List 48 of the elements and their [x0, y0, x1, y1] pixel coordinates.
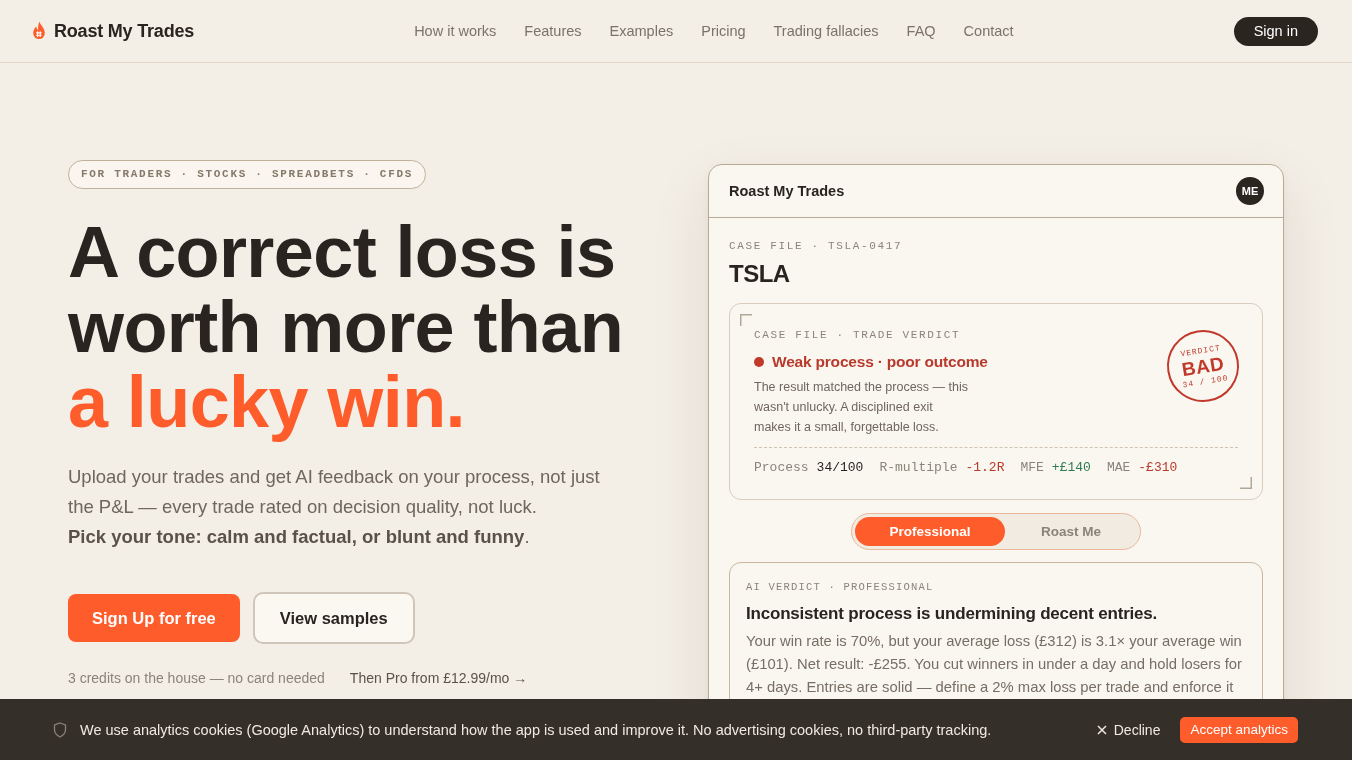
credits-note: 3 credits on the house — no card needed	[68, 669, 325, 688]
verdict-status: Weak process · poor outcome	[772, 352, 988, 372]
nav-link[interactable]: Trading fallacies	[773, 23, 879, 39]
user-avatar[interactable]: ME	[1236, 177, 1264, 205]
nav-link[interactable]: Features	[524, 23, 582, 39]
pro-plan-link[interactable]: Then Pro from £12.99/mo →	[349, 668, 528, 688]
nav-link[interactable]: Pricing	[701, 23, 746, 39]
stat-label: Process	[754, 459, 809, 477]
ai-verdict-title: Inconsistent process is undermining decent entries.	[746, 603, 1158, 625]
view-samples-button[interactable]: View samples	[252, 592, 415, 644]
stat-label: R-multiple	[879, 459, 958, 477]
headline-accent: a lucky win.	[68, 365, 466, 440]
tone-tab[interactable]: Professional	[855, 517, 1005, 546]
ai-verdict-body: Your win rate is 70%, but your average loss (£312) is 3.1× your average win (£101). Net result: -£255. You cut winners in under a day and hold losers for 4+ days. Entries are solid — define a 2% max loss per trade and enforce it	[746, 632, 1243, 697]
signup-button[interactable]: Sign Up for free	[68, 594, 240, 642]
tone-line: Pick your tone: calm and factual, or blunt and funny.	[68, 525, 530, 549]
sign-in-button[interactable]: Sign in	[1233, 16, 1318, 46]
ai-verdict-label: AI VERDICT · PROFESSIONAL	[746, 580, 934, 594]
decline-button[interactable]: Decline	[1096, 721, 1161, 738]
verdict-label: CASE FILE · TRADE VERDICT	[754, 328, 961, 342]
nav-link[interactable]: FAQ	[906, 23, 936, 39]
tone-tab[interactable]: Roast Me	[1005, 517, 1137, 546]
stat-value: -£310	[1138, 459, 1178, 477]
shield-icon	[53, 721, 67, 738]
audience-tag: FOR TRADERS · STOCKS · SPREADBETS · CFDS	[68, 160, 427, 189]
flame-icon	[31, 21, 47, 41]
case-file-label: CASE FILE · TSLA-0417	[729, 239, 903, 254]
stat-label: MFE	[1020, 459, 1044, 477]
stamp-label: VERDICT	[1179, 342, 1222, 358]
verdict-description: The result matched the process — this wasn't unlucky. A disciplined exit makes it a small, forgettable loss.	[754, 379, 969, 436]
subtitle: Upload your trades and get AI feedback on your process, not just the P&L — every trade rated on decision quality, not luck.	[68, 465, 601, 519]
ticker-title: TSLA	[729, 260, 790, 288]
corner-mark-icon	[740, 314, 752, 326]
status-dot-icon	[754, 357, 764, 367]
corner-mark-icon	[1240, 477, 1252, 489]
accept-button[interactable]: Accept analytics	[1180, 716, 1298, 743]
nav-link[interactable]: How it works	[414, 23, 497, 39]
stat-value: -1.2R	[965, 459, 1005, 477]
stat-value: +£140	[1051, 459, 1091, 477]
nav-link[interactable]: Contact	[963, 23, 1014, 39]
stat-value: 34/100	[816, 459, 864, 477]
headline: A correct loss is worth more than	[68, 215, 624, 365]
stat-label: MAE	[1106, 459, 1131, 477]
brand-name[interactable]: Roast My Trades	[54, 20, 195, 42]
nav-link[interactable]: Examples	[609, 23, 674, 39]
cookie-message: We use analytics cookies (Google Analytics) to understand how the app is used and improve it. No advertising cookies, no third-party tracking.	[80, 721, 993, 738]
close-icon	[1096, 724, 1107, 735]
app-title: Roast My Trades	[729, 183, 845, 199]
